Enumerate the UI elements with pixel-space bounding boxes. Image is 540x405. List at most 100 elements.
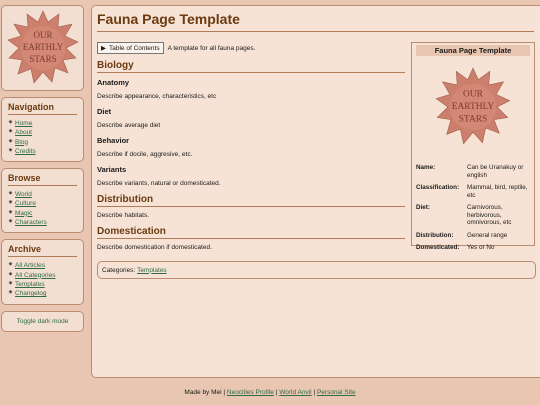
browse-link-world[interactable]: World [15,190,32,199]
categories-bar: Categories: Templates [97,261,536,279]
site-logo[interactable]: OUR EARTHLY STARS [1,5,84,91]
browse-title: Browse [8,173,77,187]
subsection-diet: Diet [97,107,112,116]
anatomy-text: Describe appearance, characteristics, et… [97,93,217,100]
infobox-key: Diet: [416,204,430,211]
browse-panel: Browse ✷ World ✷ Culture ✷ Magic ✷ Character… [1,168,84,234]
diet-text: Describe average diet [97,122,161,129]
infobox-value: Mammal, bird, reptile, etc [467,184,528,199]
star-bullet-icon: ✷ [8,191,14,198]
star-bullet-icon: ✷ [8,147,14,154]
infobox-key: Name: [416,164,436,171]
article-body: ▶ Table of Contents A template for all f… [97,42,405,258]
infobox-value: Can be Uranakuy or english [467,164,524,179]
infobox-image: OUR EARTHLY STARS [416,62,530,152]
star-bullet-icon: ✷ [8,129,14,136]
nav-link-credits[interactable]: Credits [15,147,36,156]
browse-item-characters: ✷ Characters [8,218,77,227]
infobox-key: Distribution: [416,231,454,239]
archive-item-changelog: ✷ Changelog [8,289,77,298]
star-bullet-icon: ✷ [8,200,14,207]
nav-item-about: ✷ About [8,128,77,137]
infobox-row-classification: Classification: Mammal, bird, reptile, e… [416,184,530,199]
domestication-text: Describe domestication if domesticated. [97,244,212,251]
triangle-right-icon: ▶ [101,45,106,52]
infobox-logo-line-1: OUR [463,90,484,100]
browse-item-magic: ✷ Magic [8,209,77,218]
subsection-anatomy: Anatomy [97,78,130,87]
archive-link-all-categories[interactable]: All Categories [15,271,55,280]
footer-link-personal-site[interactable]: Personal Site [317,389,356,396]
subsection-behavior: Behavior [97,136,130,145]
sidebar: OUR EARTHLY STARS Navigation ✷ Home ✷ Abou… [1,5,84,332]
star-bullet-icon: ✷ [8,280,14,287]
navigation-title: Navigation [8,102,77,115]
footer-link-world-anvil[interactable]: World Anvil [279,389,311,396]
browse-link-characters[interactable]: Characters [15,218,47,227]
behavior-text: Describe if docile, aggresive, etc. [97,151,193,158]
footer-link-neocities[interactable]: Neocities Profile [227,389,274,396]
section-biology: Biology [97,60,405,73]
infobox-logo-image: OUR EARTHLY STARS [435,67,511,145]
categories-label: Categories: [102,266,136,274]
star-bullet-icon: ✷ [8,271,14,278]
star-bullet-icon: ✷ [8,262,14,269]
section-distribution: Distribution [97,194,405,207]
archive-panel: Archive ✷ All Articles ✷ All Categories ✷ T… [1,239,84,305]
logo-image: OUR EARTHLY STARS [6,10,79,84]
infobox-logo-line-2: EARTHLY [452,102,495,112]
toc-label: Table of Contents [109,44,160,52]
footer-separator: | [275,389,278,396]
section-domestication: Domestication [97,226,405,239]
browse-item-world: ✷ World [8,190,77,199]
infobox-value: General range [467,231,508,239]
variants-text: Describe variants, natural or domesticat… [97,180,221,187]
infobox-row-diet: Diet: Carnivorous, herbivorous, omnivoro… [416,204,530,227]
logo-line-2: EARTHLY [22,42,63,52]
category-link-templates[interactable]: Templates [137,267,167,274]
archive-item-templates: ✷ Templates [8,280,77,289]
infobox-key: Classification: [416,184,460,191]
subsection-variants: Variants [97,165,127,174]
browse-link-culture[interactable]: Culture [15,199,36,208]
nav-item-blog: ✷ Blog [8,138,77,147]
infobox-title: Fauna Page Template [416,45,530,56]
archive-item-all-categories: ✷ All Categories [8,271,77,280]
logo-line-1: OUR [33,30,52,40]
nav-link-home[interactable]: Home [15,119,32,128]
infobox-value: Carnivorous, herbivorous, omnivorous, et… [467,204,512,226]
infobox-logo-line-3: STARS [459,115,488,125]
page-intro: A template for all fauna pages. [167,44,256,52]
browse-item-culture: ✷ Culture [8,199,77,208]
footer-separator: | [223,389,226,396]
toc-row: ▶ Table of Contents A template for all f… [97,42,405,54]
archive-item-all-articles: ✷ All Articles [8,261,77,270]
browse-link-magic[interactable]: Magic [15,209,32,218]
infobox: Fauna Page Template OUR EARTHLY STARS Na… [411,42,535,251]
infobox-value: Yes or No [467,244,495,251]
nav-link-about[interactable]: About [15,128,32,137]
nav-item-credits: ✷ Credits [8,147,77,156]
infobox-row-distribution: Distribution: General range [416,232,530,240]
star-bullet-icon: ✷ [8,209,14,216]
logo-line-3: STARS [29,54,56,64]
footer-separator: | [313,389,316,396]
nav-link-blog[interactable]: Blog [15,138,28,147]
infobox-row-name: Name: Can be Uranakuy or english [416,164,530,179]
table-of-contents-button[interactable]: ▶ Table of Contents [97,42,164,54]
main-content: Fauna Page Template ▶ Table of Contents … [91,5,540,378]
archive-link-templates[interactable]: Templates [15,280,45,289]
star-bullet-icon: ✷ [8,138,14,145]
star-bullet-icon: ✷ [8,290,14,297]
distribution-text: Describe habitats. [97,212,150,219]
page-title: Fauna Page Template [97,11,534,32]
infobox-row-domesticated: Domesticated: Yes or No [416,244,530,252]
star-bullet-icon: ✷ [8,219,14,226]
star-bullet-icon: ✷ [8,120,14,126]
archive-link-all-articles[interactable]: All Articles [15,261,45,270]
dark-mode-toggle-button[interactable]: Toggle dark mode [1,310,84,332]
footer: Made by Mei | Neocities Profile | World … [0,389,540,396]
archive-link-changelog[interactable]: Changelog [15,289,46,298]
navigation-panel: Navigation ✷ Home ✷ About ✷ Blog ✷ Credits [1,97,84,163]
nav-item-home: ✷ Home [8,119,77,128]
